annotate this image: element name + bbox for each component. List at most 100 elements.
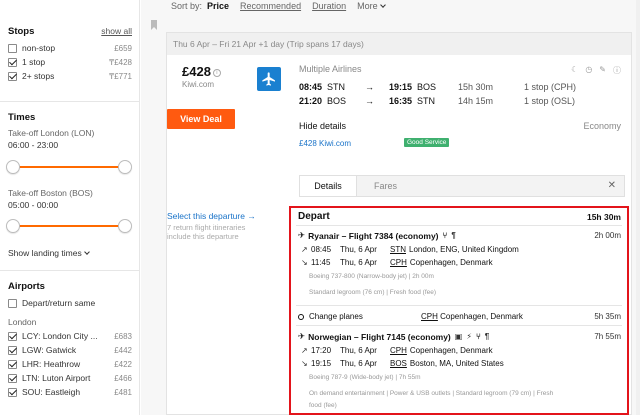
filter-sidebar: Stops show all non-stop £659 1 stop ₸£42… — [0, 0, 140, 415]
sort-more[interactable]: More — [357, 1, 386, 11]
chevron-down-icon — [379, 2, 386, 8]
slider-handle-min[interactable] — [6, 160, 20, 174]
sort-price[interactable]: Price — [207, 1, 229, 11]
dep-time: 08:45 — [299, 82, 323, 92]
seg-airport-code[interactable]: STN — [390, 245, 406, 254]
seg-time: 19:15 — [311, 359, 332, 368]
show-landing-times[interactable]: Show landing times — [8, 248, 132, 258]
food-icon: ¶ — [451, 231, 456, 240]
change-place: CPH Copenhagen, Denmark — [421, 312, 523, 321]
slider-handle-min[interactable] — [6, 219, 20, 233]
times-title: Times — [8, 112, 36, 123]
checkbox[interactable] — [8, 373, 17, 383]
depart-return-same-option[interactable]: Depart/return same — [8, 296, 132, 310]
change-airport-code[interactable]: CPH — [421, 312, 438, 321]
plane-icon: ✈ — [298, 331, 306, 341]
amenity-icons: ☾ ◷ ✎ ⓘ — [571, 65, 621, 76]
stop-price: £659 — [114, 43, 132, 53]
seg-time: 17:20 — [311, 346, 332, 355]
result-provider: Kiwi.com — [182, 80, 215, 89]
close-icon[interactable]: ✕ — [608, 180, 616, 191]
airport-label: LGW: Gatwick — [22, 345, 77, 355]
entertainment-icon: ▣ — [454, 332, 463, 341]
leg-stops: 1 stop (CPH) — [524, 82, 577, 92]
leg-duration: 15h 30m — [458, 82, 494, 92]
leg-stops: 1 stop (OSL) — [524, 96, 576, 106]
checkbox[interactable] — [8, 71, 17, 81]
plane-icon: ✈ — [298, 230, 306, 240]
cabin-class: Economy — [583, 121, 621, 131]
airport-option-lcy[interactable]: LCY: London City ... £683 — [8, 329, 132, 343]
takeoff-london-slider[interactable] — [6, 160, 132, 174]
seg-airport-code[interactable]: BOS — [390, 359, 407, 368]
airports-section: Airports Depart/return same London LCY: … — [8, 281, 132, 399]
dep-time: 21:20 — [299, 96, 323, 106]
tab-details[interactable]: Details — [300, 176, 357, 196]
legroom-icon: ⑂ — [475, 332, 481, 341]
show-all-link[interactable]: show all — [101, 26, 132, 36]
seg-airport-code[interactable]: CPH — [390, 346, 407, 355]
date-range: Thu 6 Apr – Fri 21 Apr +1 day (Trip span… — [167, 33, 631, 55]
bookmark-icon[interactable] — [151, 20, 157, 30]
good-service-badge: Good Service — [404, 138, 450, 147]
hide-details-link[interactable]: Hide details — [299, 121, 346, 131]
info-icon[interactable]: i — [212, 68, 221, 77]
stop-label: 1 stop — [22, 57, 46, 67]
flight-title-text: Ryanair – Flight 7384 (economy) — [308, 230, 439, 241]
info-icon[interactable]: ⓘ — [613, 65, 621, 76]
slider-handle-max[interactable] — [118, 160, 132, 174]
landing-icon: ↘ — [301, 258, 308, 267]
arr-time: 16:35 — [389, 96, 413, 106]
checkbox[interactable] — [8, 331, 17, 341]
stop-option-2plus[interactable]: 2+ stops ₸£771 — [8, 69, 132, 83]
flight-2-departure: ↗ 17:20 Thu, 6 Apr CPH Copenhagen, Denma… — [301, 346, 493, 355]
sort-bar: Sort by: Price Recommended Duration More — [171, 0, 386, 12]
change-planes: Change planes — [298, 312, 363, 321]
checkbox[interactable] — [8, 345, 17, 355]
checkbox[interactable] — [8, 43, 17, 53]
airport-label: LCY: London City ... — [22, 331, 98, 341]
tab-fares[interactable]: Fares — [357, 176, 414, 196]
slider-handle-max[interactable] — [118, 219, 132, 233]
stop-option-1stop[interactable]: 1 stop ₸£428 — [8, 55, 132, 69]
airport-group-london: London — [8, 317, 37, 327]
takeoff-icon: ↗ — [301, 245, 308, 254]
clock-icon: ◷ — [585, 65, 593, 74]
arr-time: 19:15 — [389, 82, 413, 92]
takeoff-boston: Take-off Boston (BOS) 05:00 - 00:00 — [8, 188, 132, 210]
flight-2-aircraft: Boeing 787-9 (Wide-body jet) | 7h 55m — [309, 374, 421, 381]
airport-option-ltn[interactable]: LTN: Luton Airport £466 — [8, 371, 132, 385]
checkbox[interactable] — [8, 359, 17, 369]
scrollbar[interactable] — [636, 0, 640, 415]
select-departure-link[interactable]: Select this departure → — [167, 211, 256, 221]
seg-date: Thu, 6 Apr — [340, 359, 377, 368]
checkbox[interactable] — [8, 298, 17, 308]
divider — [296, 305, 622, 306]
airport-option-lgw[interactable]: LGW: Gatwick £442 — [8, 343, 132, 357]
stop-option-nonstop[interactable]: non-stop £659 — [8, 41, 132, 55]
seg-place: Copenhagen, Denmark — [409, 346, 493, 355]
flight-2-title: ✈ Norwegian – Flight 7145 (economy) ▣ ⚡ … — [298, 331, 489, 342]
airport-option-sou[interactable]: SOU: Eastleigh £481 — [8, 385, 132, 399]
plane-icon — [262, 72, 275, 86]
chevron-down-icon — [83, 249, 90, 255]
airport-price: £466 — [114, 373, 132, 383]
provider-price-link[interactable]: £428 Kiwi.com — [299, 139, 351, 148]
takeoff-london-label: Take-off London (LON) — [8, 128, 95, 138]
sort-duration[interactable]: Duration — [312, 1, 346, 11]
sort-more-label: More — [357, 1, 378, 11]
view-deal-button[interactable]: View Deal — [167, 109, 235, 129]
checkbox[interactable] — [8, 57, 17, 67]
seg-airport-code[interactable]: CPH — [390, 258, 407, 267]
airport-option-lhr[interactable]: LHR: Heathrow £422 — [8, 357, 132, 371]
depart-details-panel: Depart 15h 30m ✈ Ryanair – Flight 7384 (… — [289, 206, 629, 415]
seg-place: Boston, MA, United States — [409, 359, 504, 368]
depart-total-duration: 15h 30m — [586, 212, 621, 222]
arr-airport: STN — [417, 96, 435, 106]
option-label: Depart/return same — [22, 298, 96, 308]
sort-recommended[interactable]: Recommended — [240, 1, 301, 11]
stop-price: ₸£428 — [109, 57, 132, 67]
checkbox[interactable] — [8, 387, 17, 397]
takeoff-boston-range: 05:00 - 00:00 — [8, 200, 59, 210]
takeoff-boston-slider[interactable] — [6, 219, 132, 233]
